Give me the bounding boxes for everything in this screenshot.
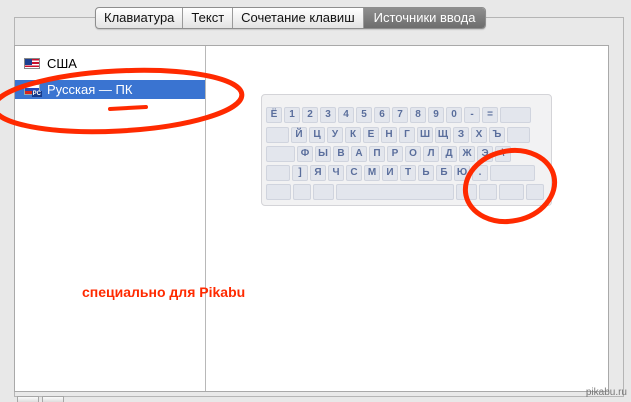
tab-text[interactable]: Текст (183, 8, 234, 28)
keyboard-key (526, 184, 544, 200)
keyboard-key (499, 184, 524, 200)
keyboard-key (490, 165, 535, 181)
tab-input-sources[interactable]: Источники ввода (363, 8, 486, 28)
keyboard-key (266, 146, 295, 162)
input-sources-list: США PC Русская — ПК (15, 46, 206, 391)
keyboard-key (313, 184, 334, 200)
keyboard-key: Т (400, 165, 416, 181)
keyboard-key: Ш (417, 127, 433, 143)
keyboard-key (336, 184, 454, 200)
keyboard-key: 6 (374, 107, 390, 123)
input-source-item-usa[interactable]: США (15, 54, 205, 73)
keyboard-key: . (472, 165, 488, 181)
keyboard-row: ЙЦУКЕНГШЩЗХЪ (262, 127, 551, 144)
annotation-caption: специально для Pikabu (82, 284, 246, 300)
keyboard-key: 8 (410, 107, 426, 123)
input-sources-panel: США PC Русская — ПК Ё 1 2 3 4 5 6 7 8 9 0- = Й Ц У К Е Н Г… (14, 45, 609, 392)
keyboard-key: = (482, 107, 498, 123)
keyboard-row: ] Я Ч С М И Т Ь Б Ю. (262, 165, 551, 182)
keyboard-key: Е (363, 127, 379, 143)
keyboard-key: З (453, 127, 469, 143)
input-source-item-russian-pc[interactable]: PC Русская — ПК (15, 80, 205, 99)
keyboard-key: 2 (302, 107, 318, 123)
remove-source-button[interactable] (42, 396, 64, 402)
keyboard-key: И (382, 165, 398, 181)
keyboard-key (266, 184, 291, 200)
keyboard-key (500, 107, 531, 123)
keyboard-key: 0 (446, 107, 462, 123)
add-source-button[interactable] (17, 396, 39, 402)
keyboard-key: Г (399, 127, 415, 143)
keyboard-key: Л (423, 146, 439, 162)
keyboard-layout-preview: Ё 1 2 3 4 5 6 7 8 9 0- = Й Ц У К Е Н Г Ш Щ З Х Ъ Ф Ы В А П Р О Л Д Ж Э \] Я Ч… (261, 94, 552, 206)
flag-badge: PC (31, 91, 42, 97)
preferences-tab-bar: Клавиатура Текст Сочетание клавиш Источн… (95, 7, 487, 29)
keyboard-key: - (464, 107, 480, 123)
ru-flag-icon: PC (24, 84, 42, 97)
input-source-label: США (47, 56, 77, 71)
keyboard-key: Н (381, 127, 397, 143)
keyboard-key (293, 184, 311, 200)
keyboard-key: П (369, 146, 385, 162)
keyboard-key: Ж (459, 146, 475, 162)
us-flag-icon (24, 58, 40, 69)
keyboard-key: Ю (454, 165, 470, 181)
keyboard-key: Й (291, 127, 307, 143)
keyboard-key: Ч (328, 165, 344, 181)
keyboard-key: 4 (338, 107, 354, 123)
keyboard-key: М (364, 165, 380, 181)
keyboard-key: Ц (309, 127, 325, 143)
watermark: pikabu.ru (585, 387, 627, 398)
keyboard-key (479, 184, 497, 200)
keyboard-key: 7 (392, 107, 408, 123)
keyboard-key: 5 (356, 107, 372, 123)
keyboard-key: 1 (284, 107, 300, 123)
keyboard-key: Р (387, 146, 403, 162)
keyboard-key (456, 184, 477, 200)
keyboard-key: 3 (320, 107, 336, 123)
keyboard-key: 9 (428, 107, 444, 123)
keyboard-key (507, 127, 530, 143)
keyboard-key: О (405, 146, 421, 162)
keyboard-key: У (327, 127, 343, 143)
keyboard-key: В (333, 146, 349, 162)
keyboard-key: Ы (315, 146, 331, 162)
keyboard-key: Х (471, 127, 487, 143)
keyboard-key: А (351, 146, 367, 162)
keyboard-key: Щ (435, 127, 451, 143)
keyboard-key: Э (477, 146, 493, 162)
keyboard-key (266, 165, 290, 181)
keyboard-key: Ё (266, 107, 282, 123)
keyboard-key: Б (436, 165, 452, 181)
keyboard-key: Ф (297, 146, 313, 162)
keyboard-key: Ь (418, 165, 434, 181)
keyboard-key: Д (441, 146, 457, 162)
keyboard-key: \ (495, 146, 511, 162)
keyboard-row: Ф Ы В А П Р О Л Д Ж Э \ (262, 146, 551, 163)
keyboard-key: ] (292, 165, 308, 181)
keyboard-row (262, 184, 551, 201)
keyboard-key (266, 127, 289, 143)
input-source-label: Русская — ПК (47, 82, 133, 97)
keyboard-key: Ъ (489, 127, 505, 143)
keyboard-key: Я (310, 165, 326, 181)
keyboard-row: Ё 1 2 3 4 5 6 7 8 9 0- = (262, 107, 551, 124)
tab-keyboard[interactable]: Клавиатура (96, 8, 184, 28)
tab-shortcuts[interactable]: Сочетание клавиш (233, 8, 364, 28)
keyboard-key: С (346, 165, 362, 181)
keyboard-key: К (345, 127, 361, 143)
